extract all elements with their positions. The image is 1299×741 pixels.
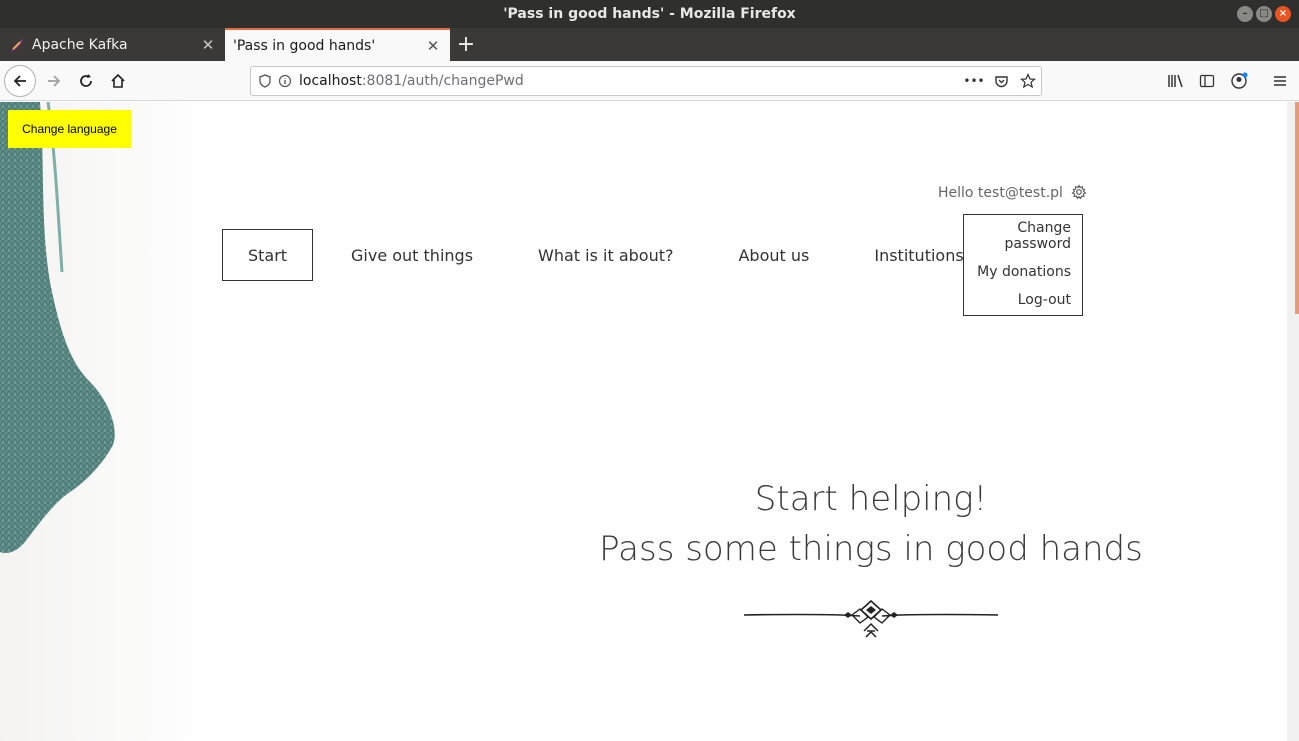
tab-apache-kafka[interactable]: Apache Kafka ✕ xyxy=(0,28,225,61)
reload-icon[interactable] xyxy=(70,65,102,97)
shield-icon[interactable] xyxy=(255,71,275,91)
window-titlebar: 'Pass in good hands' - Mozilla Firefox –… xyxy=(0,0,1299,28)
library-icon[interactable] xyxy=(1160,65,1192,97)
menu-item-give-out-things[interactable]: Give out things xyxy=(351,229,473,281)
new-tab-icon[interactable]: + xyxy=(450,28,482,61)
menu-item-institutions[interactable]: Institutions xyxy=(874,229,963,281)
close-window-icon[interactable]: × xyxy=(1275,6,1291,22)
hero-heading: Start helping! Pass some things in good … xyxy=(560,474,1182,574)
main-menu: Start Give out things What is it about? … xyxy=(222,229,964,281)
menu-item-what-is-it-about[interactable]: What is it about? xyxy=(538,229,673,281)
nav-toolbar: localhost:8081/auth/changePwd ••• xyxy=(0,61,1299,101)
url-text: localhost:8081/auth/changePwd xyxy=(299,73,524,89)
change-password-link[interactable]: Change password xyxy=(975,220,1071,252)
window-controls: – □ × xyxy=(1237,6,1291,22)
url-path: :8081/auth/changePwd xyxy=(361,73,524,89)
account-icon[interactable] xyxy=(1223,65,1255,97)
knitted-scarf-image xyxy=(0,102,215,741)
window-title: 'Pass in good hands' - Mozilla Firefox xyxy=(503,6,796,22)
user-greeting: Hello test@test.pl xyxy=(938,184,1089,202)
hero-subtitle: Pass some things in good hands xyxy=(599,529,1143,569)
pocket-icon[interactable] xyxy=(987,71,1015,91)
forward-arrow-icon[interactable] xyxy=(38,65,70,97)
kafka-feather-icon xyxy=(8,36,26,54)
hero-title: Start helping! xyxy=(754,479,988,519)
tab-strip: Apache Kafka ✕ 'Pass in good hands' ✕ + xyxy=(0,28,1299,61)
info-icon[interactable] xyxy=(275,71,295,91)
url-bar[interactable]: localhost:8081/auth/changePwd ••• xyxy=(250,66,1042,96)
scrollbar-thumb[interactable] xyxy=(1295,102,1299,314)
bookmark-star-icon[interactable] xyxy=(1015,71,1041,91)
hamburger-menu-icon[interactable] xyxy=(1264,65,1296,97)
logout-link[interactable]: Log-out xyxy=(975,292,1071,308)
menu-item-start[interactable]: Start xyxy=(222,229,313,281)
tab-pass-in-good-hands[interactable]: 'Pass in good hands' ✕ xyxy=(225,28,450,61)
decorative-ornament-icon xyxy=(743,599,999,638)
hello-text: Hello test@test.pl xyxy=(938,185,1063,201)
tab-title: Apache Kafka xyxy=(32,36,128,53)
tab-close-icon[interactable]: ✕ xyxy=(424,37,442,55)
sidebar-icon[interactable] xyxy=(1191,65,1223,97)
page-viewport: Change language Hello test@test.pl Start… xyxy=(0,102,1287,741)
change-password-line2: password xyxy=(1004,236,1071,252)
gear-icon[interactable] xyxy=(1071,184,1089,202)
tab-title: 'Pass in good hands' xyxy=(233,37,376,54)
home-icon[interactable] xyxy=(102,65,134,97)
url-host: localhost xyxy=(299,73,362,89)
change-password-line1: Change xyxy=(1017,220,1071,236)
tab-close-icon[interactable]: ✕ xyxy=(199,36,217,54)
user-dropdown-menu: Change password My donations Log-out xyxy=(963,214,1083,316)
back-arrow-icon[interactable] xyxy=(4,65,36,97)
minimize-icon[interactable]: – xyxy=(1237,6,1253,22)
my-donations-link[interactable]: My donations xyxy=(975,264,1071,280)
change-language-button[interactable]: Change language xyxy=(8,110,131,148)
page-actions-icon[interactable]: ••• xyxy=(961,71,987,91)
maximize-icon[interactable]: □ xyxy=(1256,6,1272,22)
menu-item-about-us[interactable]: About us xyxy=(738,229,809,281)
